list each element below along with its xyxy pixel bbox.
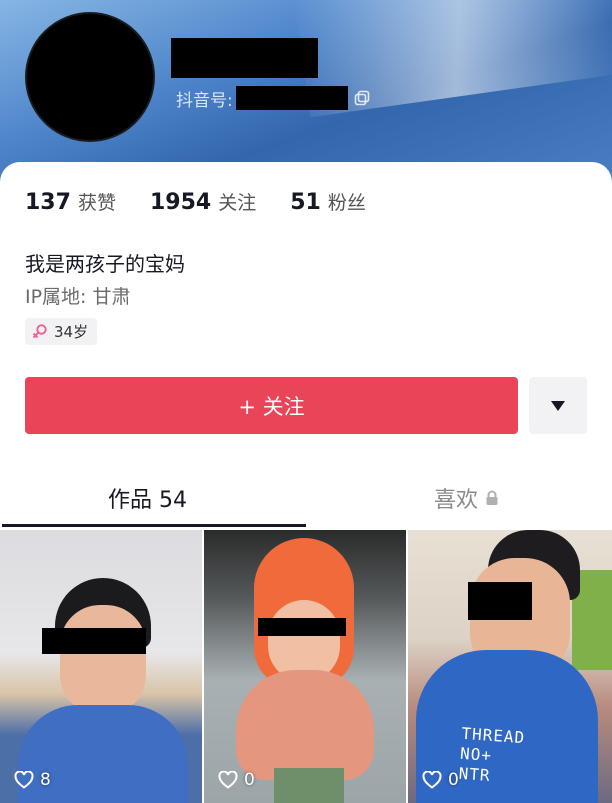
stat-value: 137 bbox=[25, 190, 71, 215]
child-face bbox=[60, 605, 146, 715]
stat-following[interactable]: 1954 关注 bbox=[150, 188, 256, 215]
douyin-id-redacted bbox=[235, 86, 348, 110]
face-redaction-bar bbox=[468, 582, 532, 620]
lock-icon bbox=[486, 490, 498, 505]
follow-button[interactable]: + 关注 bbox=[25, 377, 518, 434]
ip-location: IP属地: 甘肃 bbox=[25, 286, 131, 308]
profile-page: 抖音号: 137 获赞 1954 关注 51 粉丝 我是两孩子的宝妈 IP属地: bbox=[0, 0, 612, 803]
face-redaction-bar bbox=[42, 628, 146, 654]
avatar[interactable] bbox=[25, 12, 155, 142]
shirt-print: THREAD NO+ NTR bbox=[458, 724, 526, 788]
heart-icon bbox=[218, 771, 238, 789]
stat-label: 关注 bbox=[218, 192, 257, 214]
stats-row: 137 获赞 1954 关注 51 粉丝 bbox=[25, 188, 400, 215]
heart-icon bbox=[422, 771, 442, 789]
child-body bbox=[236, 670, 374, 780]
copy-icon[interactable] bbox=[354, 90, 370, 106]
video-thumbnail[interactable]: THREAD NO+ NTR 0 bbox=[408, 530, 612, 803]
face-redaction-bar bbox=[258, 618, 346, 636]
stat-label: 获赞 bbox=[77, 192, 116, 214]
stat-value: 1954 bbox=[149, 190, 212, 215]
like-count-value: 0 bbox=[244, 770, 255, 790]
video-thumbnail[interactable]: 8 bbox=[0, 530, 202, 803]
douyin-id-row: 抖音号: bbox=[176, 86, 370, 111]
tab-likes[interactable]: 喜欢 bbox=[434, 482, 499, 514]
like-count-value: 0 bbox=[448, 770, 459, 790]
triangle-down-icon bbox=[551, 400, 565, 411]
age-tag: 34岁 bbox=[25, 318, 98, 345]
profile-banner: 抖音号: bbox=[0, 0, 612, 185]
active-tab-indicator bbox=[2, 524, 306, 527]
more-options-button[interactable] bbox=[529, 377, 587, 434]
heart-icon bbox=[14, 771, 34, 789]
bio-text: 我是两孩子的宝妈 bbox=[25, 252, 185, 276]
tab-likes-label: 喜欢 bbox=[434, 488, 479, 513]
stat-label: 粉丝 bbox=[327, 192, 366, 214]
like-count-value: 8 bbox=[40, 770, 51, 790]
douyin-id-label: 抖音号: bbox=[176, 90, 233, 111]
like-count: 0 bbox=[422, 770, 459, 790]
tab-works-label: 作品 54 bbox=[108, 488, 187, 513]
nickname-redacted bbox=[171, 38, 318, 78]
tab-works[interactable]: 作品 54 bbox=[108, 482, 187, 514]
age-label: 34岁 bbox=[54, 323, 89, 341]
like-count: 0 bbox=[218, 770, 255, 790]
video-grid: 8 0 THREAD NO+ NTR 0 bbox=[0, 530, 612, 803]
child-legs bbox=[274, 768, 344, 803]
stat-value: 51 bbox=[290, 190, 321, 215]
like-count: 8 bbox=[14, 770, 51, 790]
female-icon bbox=[32, 324, 47, 339]
video-thumbnail[interactable]: 0 bbox=[204, 530, 406, 803]
stat-likes-received[interactable]: 137 获赞 bbox=[25, 188, 116, 215]
stat-followers[interactable]: 51 粉丝 bbox=[290, 188, 366, 215]
